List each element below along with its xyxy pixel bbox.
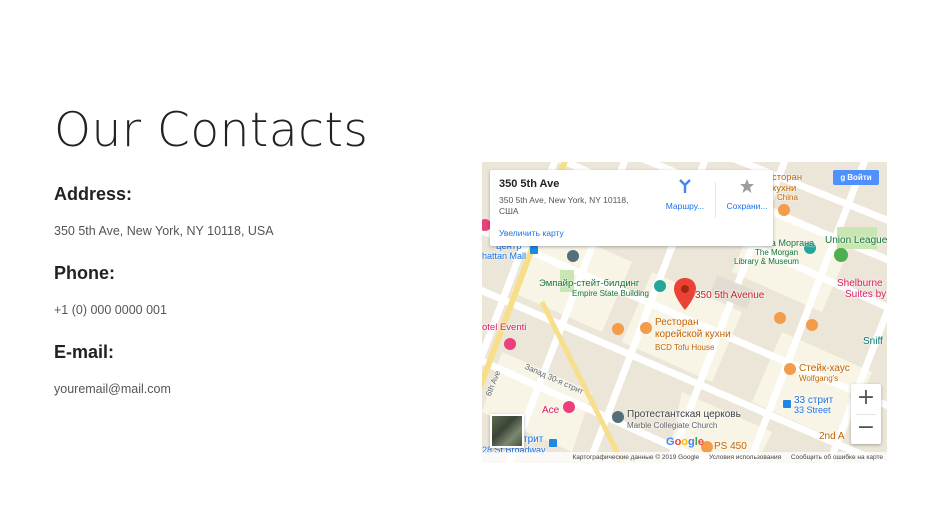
pin-label: 350 5th Avenue — [695, 290, 765, 301]
zoom-divider — [856, 414, 876, 415]
place-title: 350 5th Ave — [499, 178, 560, 190]
directions-button[interactable]: Маршру... — [660, 178, 710, 211]
map-label-restaurant-1: Ресторан — [655, 317, 699, 328]
map-label-shelburne-2: Suites by — [845, 289, 887, 300]
map-label-empire-ru: Эмпайр-стейт-билдинг — [539, 278, 640, 289]
map-label-restor: сторан — [772, 172, 803, 183]
satellite-thumbnail[interactable] — [490, 414, 524, 448]
sign-in-button[interactable]: g Войти — [833, 170, 879, 185]
google-logo: Google — [666, 436, 704, 448]
enlarge-map-link[interactable]: Увеличить карту — [499, 228, 564, 238]
map-label-2nd-ave: 2nd A — [819, 431, 845, 442]
map-label-steak-ru: Стейк-хаус — [799, 363, 850, 374]
place-card: 350 5th Ave 350 5th Ave, New York, NY 10… — [490, 170, 773, 246]
address-value: 350 5th Ave, New York, NY 10118, USA — [54, 224, 274, 238]
map-label-shelburne-1: Shelburne — [837, 278, 883, 289]
phone-value: +1 (0) 000 0000 001 — [54, 303, 167, 317]
map-label-china: China — [777, 193, 798, 202]
map-label-snif: Sniff — [863, 336, 883, 347]
directions-label: Маршру... — [665, 201, 705, 211]
zoom-in-button[interactable]: + — [851, 384, 881, 414]
sign-in-label: Войти — [847, 173, 872, 182]
map-label-manhattan: hattan Mall — [482, 251, 527, 261]
map-attribution: Картографические данные © 2019 Google Ус… — [482, 452, 887, 463]
terms-link[interactable]: Условия использования — [709, 454, 781, 461]
map-data-credit: Картографические данные © 2019 Google — [572, 454, 700, 461]
zoom-controls: + − — [851, 384, 881, 444]
map-label-morgan-en2: Library & Museum — [734, 257, 799, 266]
directions-icon — [679, 179, 691, 193]
map-pin-icon[interactable] — [674, 278, 696, 310]
map-label-restaurant-2: корейской кухни — [655, 329, 731, 340]
google-plus-icon: g — [840, 173, 846, 182]
save-label: Сохрани... — [726, 201, 768, 211]
map-label-empire-en: Empire State Building — [572, 289, 649, 298]
map-label-restaurant-en: BCD Tofu House — [655, 343, 715, 352]
map-label-church-en: Marble Collegiate Church — [627, 421, 718, 430]
phone-label: Phone: — [54, 263, 115, 283]
map-label-33-en: 33 Street — [794, 405, 831, 415]
google-map[interactable]: 350 5th Avenue Эмпайр-стейт-билдинг Empi… — [482, 162, 887, 463]
map-label-church-ru: Протестантская церковь — [627, 409, 741, 420]
map-label-morgan-en1: The Morgan — [755, 248, 799, 257]
map-label-steak-en: Wolfgang's — [799, 374, 839, 383]
zoom-out-button[interactable]: − — [851, 414, 881, 444]
email-value: youremail@mail.com — [54, 382, 171, 396]
map-label-hotel: otel Eventi — [482, 322, 527, 333]
card-divider — [715, 182, 716, 218]
save-button[interactable]: Сохрани... — [722, 178, 772, 211]
map-label-ace: Ace — [542, 405, 560, 416]
map-label-ps450: PS 450 — [714, 441, 747, 452]
email-label: E-mail: — [54, 342, 115, 362]
place-address: 350 5th Ave, New York, NY 10118, США — [499, 195, 629, 216]
page-title: Our Contacts — [54, 103, 369, 158]
star-icon — [740, 179, 754, 193]
report-error-link[interactable]: Сообщить об ошибке на карте — [791, 454, 883, 461]
address-label: Address: — [54, 184, 133, 204]
map-label-union: Union League — [825, 235, 887, 246]
